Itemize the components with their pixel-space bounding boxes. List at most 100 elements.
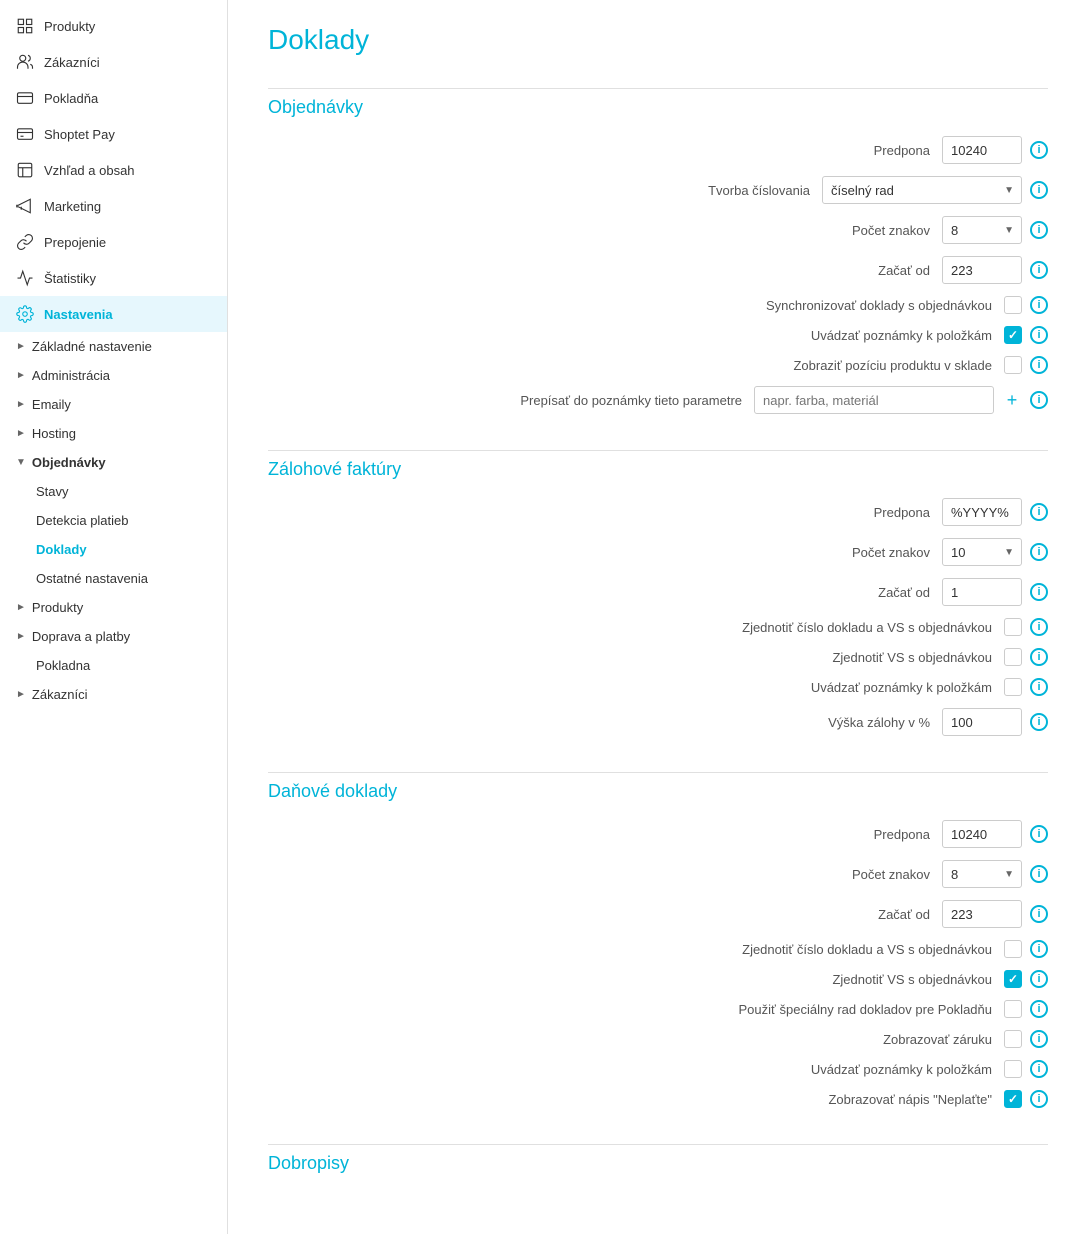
select-wrapper-pocet-obj: 678910 ▼ <box>942 216 1022 244</box>
checkbox-sync[interactable] <box>1004 296 1022 314</box>
info-zjednotit-cislo-zal[interactable]: i <box>1030 618 1048 636</box>
sidebar-subitem-administracia[interactable]: ► Administrácia <box>0 361 227 390</box>
info-pocet-obj[interactable]: i <box>1030 221 1048 239</box>
grid-icon <box>16 17 34 35</box>
checkbox-specialny[interactable] <box>1004 1000 1022 1018</box>
info-specialny[interactable]: i <box>1030 1000 1048 1018</box>
info-zjednotit-vs-dan[interactable]: i <box>1030 970 1048 988</box>
info-prepisat[interactable]: i <box>1030 391 1048 409</box>
info-predpona-zal[interactable]: i <box>1030 503 1048 521</box>
control-zacat-od-zal: i <box>942 578 1048 606</box>
info-sync[interactable]: i <box>1030 296 1048 314</box>
checkbox-zaruka[interactable] <box>1004 1030 1022 1048</box>
sidebar-subitem-doklady[interactable]: Doklady <box>0 535 227 564</box>
checkbox-zjednotit-cislo-dan[interactable] <box>1004 940 1022 958</box>
info-zjednotit-cislo-dan[interactable]: i <box>1030 940 1048 958</box>
info-pocet-dan[interactable]: i <box>1030 865 1048 883</box>
info-predpona-dan[interactable]: i <box>1030 825 1048 843</box>
sidebar-item-label: Pokladňa <box>44 91 98 106</box>
info-predpona-obj[interactable]: i <box>1030 141 1048 159</box>
checkbox-poznamky-obj[interactable] <box>1004 326 1022 344</box>
plus-icon[interactable]: + <box>1002 390 1022 410</box>
input-zacat-od-zal[interactable] <box>942 578 1022 606</box>
checkbox-neplatite[interactable] <box>1004 1090 1022 1108</box>
sidebar-subitem-zakladne[interactable]: ► Základné nastavenie <box>0 332 227 361</box>
sidebar-subitem-emaily[interactable]: ► Emaily <box>0 390 227 419</box>
sidebar-item-produkty[interactable]: Produkty <box>0 8 227 44</box>
select-tvorba[interactable]: číselný rad vlastný formát <box>822 176 1022 204</box>
label-prepisat: Prepísať do poznámky tieto parametre <box>462 393 742 408</box>
row-poznamky-zal: Uvádzať poznámky k položkám i <box>268 678 1048 696</box>
input-prepisat[interactable] <box>754 386 994 414</box>
sidebar-subitem-objednavky[interactable]: ▼ Objednávky <box>0 448 227 477</box>
label-zacat-od-dan: Začať od <box>650 907 930 922</box>
section-title-objednavky: Objednávky <box>268 97 1048 118</box>
input-predpona-zal[interactable] <box>942 498 1022 526</box>
checkbox-poznamky-zal[interactable] <box>1004 678 1022 696</box>
input-predpona-dan[interactable] <box>942 820 1022 848</box>
checkbox-poznamky-dan[interactable] <box>1004 1060 1022 1078</box>
sidebar-item-zakaznici[interactable]: Zákazníci <box>0 44 227 80</box>
info-pocet-zal[interactable]: i <box>1030 543 1048 561</box>
label-zjednotit-vs-zal: Zjednotiť VS s objednávkou <box>712 650 992 665</box>
sidebar-subitem-ostatne[interactable]: Ostatné nastavenia <box>0 564 227 593</box>
checkbox-zjednotit-vs-zal[interactable] <box>1004 648 1022 666</box>
sidebar-item-label: Marketing <box>44 199 101 214</box>
section-zalohove: Zálohové faktúry Predpona i Počet znakov… <box>268 450 1048 736</box>
sidebar-subitem-hosting[interactable]: ► Hosting <box>0 419 227 448</box>
sidebar-subitem-doprava[interactable]: ► Doprava a platby <box>0 622 227 651</box>
info-pozicia[interactable]: i <box>1030 356 1048 374</box>
card-icon <box>16 125 34 143</box>
select-pocet-znakov-dan[interactable]: 678910 <box>942 860 1022 888</box>
sidebar-item-shoptet-pay[interactable]: Shoptet Pay <box>0 116 227 152</box>
checkbox-zjednotit-cislo-zal[interactable] <box>1004 618 1022 636</box>
label-predpona-zal: Predpona <box>650 505 930 520</box>
sidebar-subitem-pokladna-sub[interactable]: Pokladna <box>0 651 227 680</box>
label-pocet-znakov-dan: Počet znakov <box>650 867 930 882</box>
info-poznamky-dan[interactable]: i <box>1030 1060 1048 1078</box>
label-zaruka: Zobrazovať záruku <box>712 1032 992 1047</box>
info-zjednotit-vs-zal[interactable]: i <box>1030 648 1048 666</box>
label-pocet-znakov-zal: Počet znakov <box>650 545 930 560</box>
checkbox-zjednotit-vs-dan[interactable] <box>1004 970 1022 988</box>
sidebar-item-nastavenia[interactable]: Nastavenia <box>0 296 227 332</box>
label-vyska: Výška zálohy v % <box>650 715 930 730</box>
input-predpona-obj[interactable] <box>942 136 1022 164</box>
input-zacat-od-obj[interactable] <box>942 256 1022 284</box>
control-poznamky-dan: i <box>1004 1060 1048 1078</box>
info-neplatite[interactable]: i <box>1030 1090 1048 1108</box>
sidebar-subitem-produkty-sub[interactable]: ► Produkty <box>0 593 227 622</box>
cash-icon <box>16 89 34 107</box>
section-objednavky: Objednávky Predpona i Tvorba číslovania … <box>268 88 1048 414</box>
info-zacat-obj[interactable]: i <box>1030 261 1048 279</box>
control-specialny: i <box>1004 1000 1048 1018</box>
control-predpona-zal: i <box>942 498 1048 526</box>
label-predpona-obj: Predpona <box>650 143 930 158</box>
sidebar-subitem-zakaznici-sub[interactable]: ► Zákazníci <box>0 680 227 709</box>
sidebar-item-prepojenie[interactable]: Prepojenie <box>0 224 227 260</box>
info-zacat-zal[interactable]: i <box>1030 583 1048 601</box>
sidebar-subitem-detekcia[interactable]: Detekcia platieb <box>0 506 227 535</box>
select-pocet-znakov-obj[interactable]: 678910 <box>942 216 1022 244</box>
info-zaruka[interactable]: i <box>1030 1030 1048 1048</box>
info-vyska[interactable]: i <box>1030 713 1048 731</box>
sidebar-subitem-stavy[interactable]: Stavy <box>0 477 227 506</box>
sidebar-item-statistiky[interactable]: Štatistiky <box>0 260 227 296</box>
row-zjednotit-cislo-dan: Zjednotiť číslo dokladu a VS s objednávk… <box>268 940 1048 958</box>
row-zjednotit-vs-zal: Zjednotiť VS s objednávkou i <box>268 648 1048 666</box>
info-poznamky-zal[interactable]: i <box>1030 678 1048 696</box>
info-tvorba[interactable]: i <box>1030 181 1048 199</box>
label-poznamky-zal: Uvádzať poznámky k položkám <box>712 680 992 695</box>
sidebar-item-vzhad[interactable]: Vzhľad a obsah <box>0 152 227 188</box>
sidebar-item-pokladna[interactable]: Pokladňa <box>0 80 227 116</box>
checkbox-pozicia[interactable] <box>1004 356 1022 374</box>
section-title-danove: Daňové doklady <box>268 781 1048 802</box>
info-zacat-dan[interactable]: i <box>1030 905 1048 923</box>
control-zacat-od-dan: i <box>942 900 1048 928</box>
input-zacat-od-dan[interactable] <box>942 900 1022 928</box>
select-pocet-znakov-zal[interactable]: 89101112 <box>942 538 1022 566</box>
row-zacat-od-zal: Začať od i <box>268 578 1048 606</box>
input-vyska[interactable] <box>942 708 1022 736</box>
info-poznamky-obj[interactable]: i <box>1030 326 1048 344</box>
sidebar-item-marketing[interactable]: Marketing <box>0 188 227 224</box>
